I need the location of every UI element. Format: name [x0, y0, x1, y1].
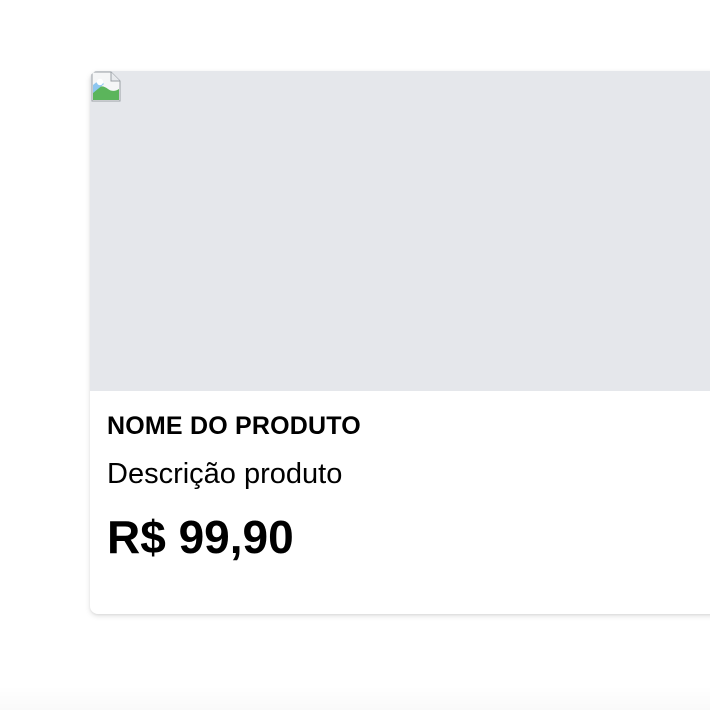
- card-body: NOME DO PRODUTO Descrição produto R$ 99,…: [107, 411, 710, 562]
- product-price: R$ 99,90: [107, 510, 294, 563]
- bottom-fade: [0, 686, 710, 710]
- product-name: NOME DO PRODUTO: [107, 412, 361, 440]
- broken-image-icon: [91, 71, 121, 102]
- product-description: Descrição produto: [107, 458, 343, 490]
- product-card[interactable]: NOME DO PRODUTO Descrição produto R$ 99,…: [90, 71, 710, 614]
- page: NOME DO PRODUTO Descrição produto R$ 99,…: [0, 0, 710, 710]
- product-image: [90, 71, 710, 391]
